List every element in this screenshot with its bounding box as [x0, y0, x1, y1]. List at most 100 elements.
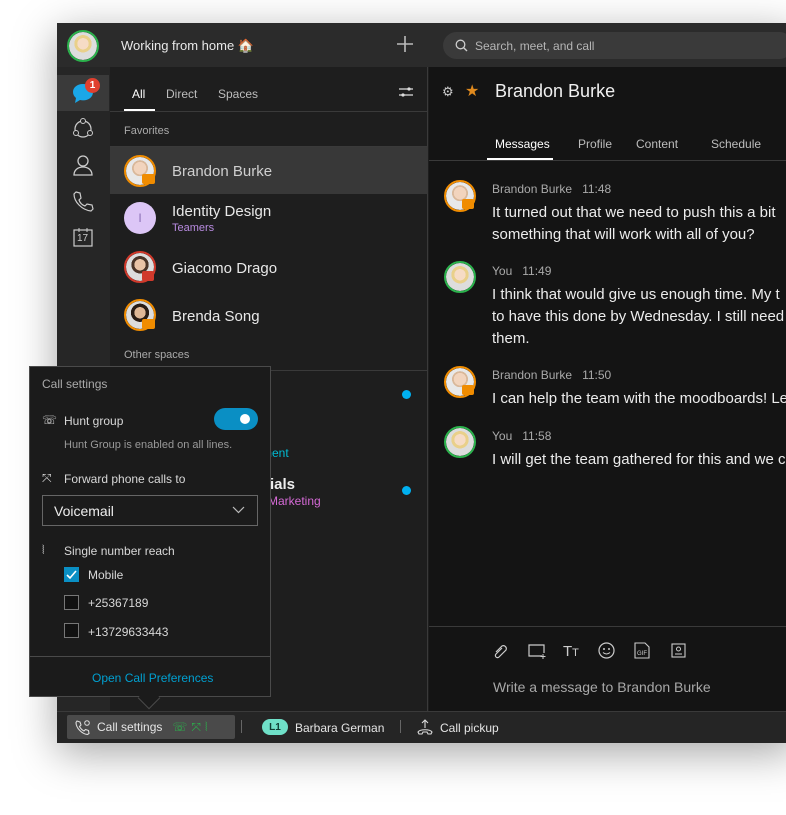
svg-text:GIF: GIF [637, 651, 647, 657]
unread-dot [402, 390, 411, 399]
call-pickup-icon [417, 719, 433, 735]
nav-messages[interactable]: 1 [57, 75, 109, 111]
separator [400, 720, 401, 733]
avatar [444, 426, 476, 458]
line-user[interactable]: Barbara German [295, 721, 384, 735]
in-call-presence-icon [142, 271, 154, 281]
status-text[interactable]: Working from home 🏠 [121, 38, 254, 54]
video-presence-icon [462, 199, 474, 209]
list-item[interactable]: Brenda Song [110, 292, 428, 339]
divider [30, 656, 270, 657]
forward-label: Forward phone calls to [64, 472, 186, 486]
message-body: It turned out that we need to push this … [492, 204, 776, 243]
tab-content[interactable]: Content [636, 137, 678, 151]
calendar-day: 17 [77, 233, 89, 244]
team-name: Teamers [172, 222, 215, 234]
video-presence-icon [142, 174, 155, 184]
tab-all[interactable]: All [132, 87, 145, 101]
hunt-group-toggle[interactable] [214, 408, 258, 430]
mobile-checkbox[interactable] [64, 567, 79, 582]
conversation-title: Brandon Burke [495, 81, 616, 101]
divider [429, 626, 786, 627]
unread-dot [402, 486, 411, 495]
tab-direct[interactable]: Direct [166, 87, 197, 101]
nav-teams[interactable] [57, 111, 109, 147]
favorite-star-icon[interactable]: ★ [465, 81, 479, 101]
attach-icon[interactable] [493, 643, 509, 659]
call-settings-label: Call settings [97, 720, 163, 734]
search-input[interactable]: Search, meet, and call [443, 32, 786, 59]
message-body: I can help the team with the moodboards!… [492, 390, 786, 407]
message-header: Brandon Burke 11:48 [492, 182, 612, 196]
snr-label: Single number reach [64, 544, 175, 558]
unread-badge: 1 [85, 78, 100, 93]
snr-option-label: Mobile [88, 568, 124, 582]
plus-icon[interactable] [395, 34, 415, 54]
open-call-preferences-link[interactable]: Open Call Preferences [92, 671, 213, 685]
text-format-icon[interactable]: TT [563, 643, 579, 660]
space-subtitle: Marketing [268, 494, 321, 508]
divider [110, 111, 428, 112]
forward-value: Voicemail [54, 502, 114, 519]
tab-schedule[interactable]: Schedule [711, 137, 761, 151]
space-avatar: I [124, 202, 156, 234]
video-presence-icon [142, 319, 155, 329]
favorites-label: Favorites [124, 125, 170, 137]
call-forward-icon: ⤧ [42, 471, 52, 485]
share-screen-icon[interactable] [528, 644, 546, 659]
single-number-reach-icon: ⦚ [42, 543, 45, 557]
gif-icon[interactable]: GIF [634, 642, 650, 659]
phone-icon [72, 190, 94, 212]
call-settings-button[interactable]: Call settings ☏⤧⦚ [67, 715, 235, 739]
divider [429, 160, 786, 161]
separator [241, 720, 242, 733]
line-badge: L1 [262, 719, 288, 735]
forward-dropdown[interactable]: Voicemail [42, 495, 258, 526]
list-item[interactable]: Brandon Burke [110, 147, 428, 194]
teams-icon [71, 117, 95, 141]
avatar [444, 261, 476, 293]
tab-spaces[interactable]: Spaces [218, 87, 258, 101]
search-placeholder: Search, meet, and call [475, 38, 595, 53]
number-checkbox[interactable] [64, 623, 79, 638]
contact-name: Giacomo Drago [172, 260, 278, 277]
chevron-down-icon [232, 506, 245, 514]
popover-title: Call settings [42, 377, 108, 391]
list-item[interactable]: I Identity Design Teamers [110, 195, 428, 242]
call-pickup-button[interactable]: Call pickup [440, 721, 499, 735]
message-body: I think that would give us enough time. … [492, 286, 785, 347]
calendar-icon: 17 [73, 227, 93, 247]
space-name: Identity Design [172, 203, 272, 220]
emoji-icon[interactable] [598, 642, 615, 659]
nav-calendar[interactable]: 17 [57, 219, 109, 255]
hunt-group-icon: ☏ [42, 413, 58, 427]
hunt-group-label: Hunt group [64, 414, 124, 428]
search-icon [455, 39, 468, 52]
message-body: I will get the team gathered for this an… [492, 451, 786, 468]
list-item[interactable]: Giacomo Drago [110, 244, 428, 291]
snr-option-label: +13729633443 [88, 625, 169, 639]
contact-name: Brandon Burke [172, 163, 273, 180]
space-name: ials [270, 476, 296, 493]
tab-profile[interactable]: Profile [578, 137, 612, 151]
message-input[interactable]: Write a message to Brandon Burke [493, 679, 711, 695]
phone-settings-icon [75, 719, 91, 735]
filter-icon[interactable] [398, 86, 414, 98]
video-presence-icon [462, 385, 474, 395]
snr-option-label: +25367189 [88, 596, 149, 610]
hunt-group-note: Hunt Group is enabled on all lines. [64, 439, 233, 451]
contact-name: Brenda Song [172, 308, 260, 325]
nav-contacts[interactable] [57, 147, 109, 183]
person-icon [72, 154, 94, 176]
message-header: You 11:58 [492, 429, 552, 443]
hunt-forward-snr-status-icons: ☏⤧⦚ [172, 719, 212, 734]
number-checkbox[interactable] [64, 595, 79, 610]
message-header: Brandon Burke 11:50 [492, 368, 612, 382]
settings-gear-icon[interactable]: ⚙ [442, 84, 454, 100]
user-avatar[interactable] [67, 30, 99, 62]
nav-calls[interactable] [57, 183, 109, 219]
whiteboard-icon[interactable] [671, 643, 686, 658]
message-header: You 11:49 [492, 264, 552, 278]
other-spaces-label: Other spaces [124, 349, 190, 361]
tab-messages[interactable]: Messages [495, 137, 550, 151]
